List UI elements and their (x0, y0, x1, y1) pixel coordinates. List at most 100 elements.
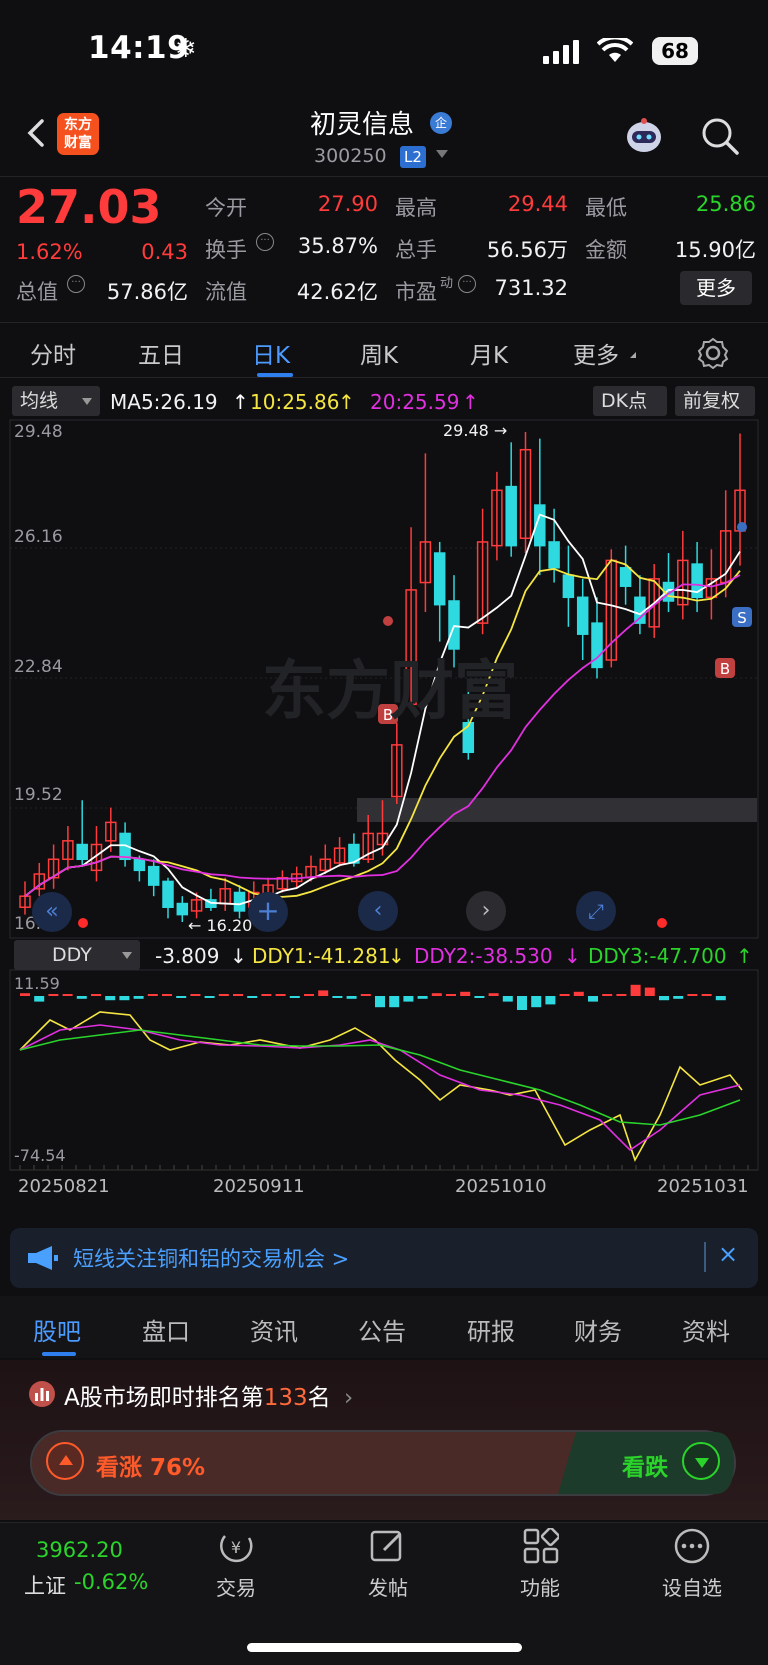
ddy-bar (715, 996, 726, 1001)
ddy-bar (332, 996, 343, 998)
megaphone-icon (28, 1246, 58, 1270)
scroll-right-icon[interactable]: › (466, 891, 506, 931)
high-marker-value: 29.48 (443, 421, 489, 440)
down-arrow-icon: ↓ (230, 944, 247, 968)
nav-functions[interactable]: 功能 (495, 1572, 585, 1601)
svg-text:¥: ¥ (231, 1538, 241, 1557)
ddy-y-bottom: -74.54 (14, 1146, 66, 1165)
tab-guba[interactable]: 股吧 (33, 1312, 81, 1347)
rank-prefix: A股市场即时排名第 (64, 1385, 264, 1411)
nav-watchlist[interactable]: 设自选 (647, 1572, 737, 1601)
chevron-down-icon (122, 952, 132, 959)
indicator-selector-label: DDY (52, 944, 92, 966)
ddy-bar (573, 991, 584, 996)
ddy-bar (176, 996, 187, 998)
tab-finance[interactable]: 财务 (574, 1312, 622, 1347)
tab-announcements[interactable]: 公告 (358, 1312, 406, 1347)
candle-body (162, 880, 174, 908)
ddy-bar (76, 996, 87, 999)
banner-divider (704, 1242, 706, 1272)
ddy-bar (488, 993, 499, 996)
ddy2-value: DDY2:-38.530 (414, 944, 553, 968)
grid-apps-icon[interactable] (523, 1528, 559, 1564)
indicator-selector[interactable]: DDY (14, 940, 140, 970)
ddy-bar (517, 996, 527, 1010)
close-icon[interactable]: × (718, 1240, 738, 1268)
ddy-bar (190, 994, 201, 996)
ddy-bar (673, 996, 684, 999)
ddy-bar (559, 994, 570, 996)
more-dots-icon[interactable] (673, 1527, 711, 1565)
rank-suffix: 名 (307, 1385, 331, 1411)
triangle-up-icon (59, 1455, 73, 1465)
index-value[interactable]: 3962.20 (36, 1538, 123, 1562)
ddy-bar (304, 994, 314, 996)
vote-up-button[interactable] (46, 1442, 84, 1480)
ddy-bar (630, 984, 641, 996)
low-marker-value: 16.20 (206, 916, 253, 935)
ddy-bar (531, 996, 542, 1008)
ddy-bar (261, 994, 272, 996)
ddy-bar (48, 994, 59, 996)
ddy-bar (460, 991, 471, 996)
date-label: 20250821 (18, 1176, 110, 1197)
ddy-bar (20, 993, 30, 996)
triangle-down-icon (695, 1458, 709, 1468)
kline-y-label: 19.52 (14, 785, 63, 805)
tab-pankou[interactable]: 盘口 (142, 1312, 190, 1347)
high-marker: 29.48 → (443, 421, 508, 440)
banner-text[interactable]: 短线关注铜和铝的交易机会 > (73, 1243, 349, 1273)
nav-post[interactable]: 发帖 (343, 1572, 433, 1601)
ddy-bar (204, 996, 215, 998)
candle-body (133, 858, 146, 872)
scroll-left-icon[interactable]: ‹ (358, 891, 398, 931)
tab-research[interactable]: 研报 (467, 1312, 515, 1347)
ddy-bar (701, 994, 712, 996)
rank-number: 133 (263, 1385, 308, 1411)
compose-icon[interactable] (370, 1528, 406, 1564)
up-arrow-icon: ↑ (736, 944, 753, 968)
ddy-bar (474, 996, 485, 998)
ddy-bar (289, 996, 300, 998)
index-name[interactable]: 上证 (24, 1570, 66, 1600)
zoom-in-icon[interactable]: + (248, 892, 288, 932)
ddy-bar (105, 996, 116, 1001)
fullscreen-icon[interactable]: ⤢ (576, 891, 616, 931)
ddy-bar (389, 996, 400, 1008)
candle-body (548, 541, 560, 569)
home-indicator (247, 1643, 522, 1652)
ddy-bar (588, 996, 598, 1002)
candle-body (505, 485, 517, 547)
ddy-y-top: 11.59 (14, 974, 60, 993)
tab-profile[interactable]: 资料 (682, 1312, 730, 1347)
trade-yen-icon[interactable]: ¥ (217, 1528, 255, 1566)
ddy1-line (19, 1011, 743, 1162)
candle-body (634, 596, 646, 624)
active-tab-indicator (42, 1352, 76, 1356)
market-rank[interactable]: A股市场即时排名第133名 › (64, 1378, 353, 1412)
down-arrow-icon: ↓ (564, 944, 581, 968)
nav-trade[interactable]: 交易 (191, 1572, 281, 1601)
kline-chart[interactable]: BBS (0, 0, 768, 1220)
ddy2-line (19, 1024, 741, 1152)
ddy-bar (602, 994, 613, 996)
kline-y-label: 26.16 (14, 527, 63, 547)
vote-down-label[interactable]: 看跌 (622, 1448, 668, 1482)
ddy-bar (233, 994, 243, 996)
candle-body (576, 596, 589, 635)
chevron-right-icon: › (343, 1385, 354, 1411)
vote-up-label[interactable]: 看涨 76% (96, 1448, 205, 1482)
zoom-out-icon[interactable]: « (32, 892, 72, 932)
candle-body (433, 552, 446, 606)
ddy-bar (403, 996, 414, 1002)
vote-down-button[interactable] (682, 1442, 720, 1480)
index-change[interactable]: -0.62% (74, 1570, 148, 1594)
signal-marker-label: B (720, 660, 730, 678)
date-label: 20251010 (455, 1176, 547, 1197)
candle-body (562, 574, 575, 599)
ddy-bar (687, 994, 698, 996)
ddy-bar (62, 994, 73, 996)
ddy-bar (91, 994, 101, 996)
tab-news[interactable]: 资讯 (250, 1312, 298, 1347)
ddy-bar (318, 990, 329, 996)
